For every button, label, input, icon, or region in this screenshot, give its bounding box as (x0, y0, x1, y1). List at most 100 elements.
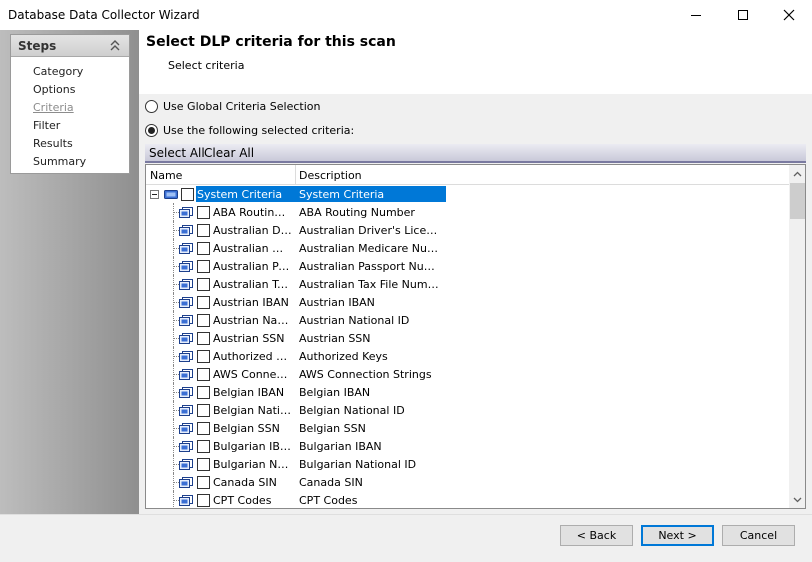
table-row[interactable]: ABA Routing Number ABA Routing Number (146, 203, 789, 221)
criteria-item-icon (179, 278, 193, 291)
row-name: Australian Tax File Number (213, 278, 292, 291)
page-title: Select DLP criteria for this scan (146, 34, 396, 50)
row-name: Belgian National ID (213, 404, 292, 417)
row-name: Bulgarian IBAN (213, 440, 292, 453)
row-checkbox[interactable] (197, 242, 210, 255)
radio-button[interactable] (145, 124, 158, 137)
row-checkbox[interactable] (197, 206, 210, 219)
table-row[interactable]: Austrian IBAN Austrian IBAN (146, 293, 789, 311)
back-button[interactable]: < Back (560, 525, 633, 546)
row-checkbox[interactable] (197, 404, 210, 417)
row-description: Austrian IBAN (299, 296, 375, 309)
cancel-button[interactable]: Cancel (722, 525, 795, 546)
step-item-criteria[interactable]: Criteria (33, 101, 74, 114)
criteria-item-icon (179, 296, 193, 309)
row-description: Belgian SSN (299, 422, 366, 435)
selection-toolbar: Select All Clear All (145, 144, 806, 163)
table-row[interactable]: AWS Connection Strings AWS Connection Str… (146, 365, 789, 383)
step-item-options[interactable]: Options (33, 83, 75, 96)
row-checkbox[interactable] (197, 314, 210, 327)
row-checkbox[interactable] (181, 188, 194, 201)
row-name: Australian Driver's License (213, 224, 292, 237)
row-name: Canada SIN (213, 476, 277, 489)
criteria-item-icon (179, 476, 193, 489)
table-row[interactable]: Australian Driver's License Australian Dr… (146, 221, 789, 239)
table-row[interactable]: Belgian IBAN Belgian IBAN (146, 383, 789, 401)
scroll-thumb[interactable] (790, 183, 805, 219)
row-description: Australian Driver's License (299, 224, 443, 237)
row-description: Authorized Keys (299, 350, 388, 363)
collapse-chevron-icon[interactable] (109, 38, 121, 52)
column-separator[interactable] (295, 165, 296, 185)
grid-header: Name Description (146, 165, 789, 185)
criteria-item-icon (179, 350, 193, 363)
step-item-results[interactable]: Results (33, 137, 73, 150)
scroll-down-icon[interactable] (793, 495, 802, 504)
criteria-item-icon (179, 422, 193, 435)
row-checkbox[interactable] (197, 224, 210, 237)
row-checkbox[interactable] (197, 332, 210, 345)
grid-rows: System Criteria System Criteria ABA Rout… (146, 185, 789, 508)
table-row[interactable]: Australian Tax File Number Australian Tax… (146, 275, 789, 293)
row-description: Australian Medicare Number (299, 242, 443, 255)
vertical-scrollbar[interactable] (789, 165, 805, 508)
row-name: Belgian IBAN (213, 386, 285, 399)
steps-header[interactable]: Steps (11, 35, 129, 57)
title-bar: Database Data Collector Wizard (0, 0, 812, 30)
row-checkbox[interactable] (197, 494, 210, 507)
scroll-up-icon[interactable] (793, 170, 802, 179)
radio-global-criteria[interactable]: Use Global Criteria Selection (145, 100, 320, 113)
radio-selected-criteria[interactable]: Use the following selected criteria: (145, 124, 354, 137)
window-title: Database Data Collector Wizard (8, 8, 200, 22)
row-description: ABA Routing Number (299, 206, 415, 219)
row-description: Belgian IBAN (299, 386, 371, 399)
column-header-name[interactable]: Name (150, 169, 182, 182)
row-description: AWS Connection Strings (299, 368, 432, 381)
collapse-toggle-icon[interactable] (150, 190, 159, 199)
table-row[interactable]: CPT Codes CPT Codes (146, 491, 789, 508)
next-button[interactable]: Next > (641, 525, 714, 546)
step-item-category[interactable]: Category (33, 65, 83, 78)
step-item-summary[interactable]: Summary (33, 155, 86, 168)
row-checkbox[interactable] (197, 386, 210, 399)
table-row[interactable]: Bulgarian IBAN Bulgarian IBAN (146, 437, 789, 455)
row-checkbox[interactable] (197, 260, 210, 273)
row-checkbox[interactable] (197, 422, 210, 435)
minimize-button[interactable] (673, 0, 719, 30)
row-checkbox[interactable] (197, 476, 210, 489)
maximize-button[interactable] (720, 0, 766, 30)
table-row[interactable]: Belgian National ID Belgian National ID (146, 401, 789, 419)
criteria-item-icon (179, 314, 193, 327)
table-row[interactable]: Canada SIN Canada SIN (146, 473, 789, 491)
criteria-item-icon (179, 440, 193, 453)
radio-global-label: Use Global Criteria Selection (163, 100, 321, 113)
table-row[interactable]: Austrian National ID Austrian National ID (146, 311, 789, 329)
row-checkbox[interactable] (197, 350, 210, 363)
table-row[interactable]: Austrian SSN Austrian SSN (146, 329, 789, 347)
row-checkbox[interactable] (197, 458, 210, 471)
radio-button[interactable] (145, 100, 158, 113)
criteria-item-icon (179, 224, 193, 237)
row-checkbox[interactable] (197, 278, 210, 291)
row-description: Canada SIN (299, 476, 363, 489)
footer-bar: < Back Next > Cancel (0, 514, 812, 562)
step-item-filter[interactable]: Filter (33, 119, 60, 132)
row-name: Australian Medicare Number (213, 242, 292, 255)
table-row[interactable]: Belgian SSN Belgian SSN (146, 419, 789, 437)
close-button[interactable] (766, 0, 812, 30)
table-row[interactable]: Australian Medicare Number Australian Med… (146, 239, 789, 257)
row-checkbox[interactable] (197, 296, 210, 309)
table-row[interactable]: Australian Passport Number Australian Pas… (146, 257, 789, 275)
clear-all-button[interactable]: Clear All (204, 146, 254, 160)
criteria-item-icon (179, 458, 193, 471)
table-row[interactable]: Bulgarian National ID Bulgarian National … (146, 455, 789, 473)
row-name: System Criteria (197, 188, 283, 201)
radio-selected-label: Use the following selected criteria: (163, 124, 355, 137)
row-checkbox[interactable] (197, 368, 210, 381)
row-description: CPT Codes (299, 494, 358, 507)
table-row[interactable]: Authorized Keys Authorized Keys (146, 347, 789, 365)
tree-root-row[interactable]: System Criteria System Criteria (146, 185, 789, 203)
row-checkbox[interactable] (197, 440, 210, 453)
column-header-description[interactable]: Description (299, 169, 362, 182)
select-all-button[interactable]: Select All (149, 146, 205, 160)
